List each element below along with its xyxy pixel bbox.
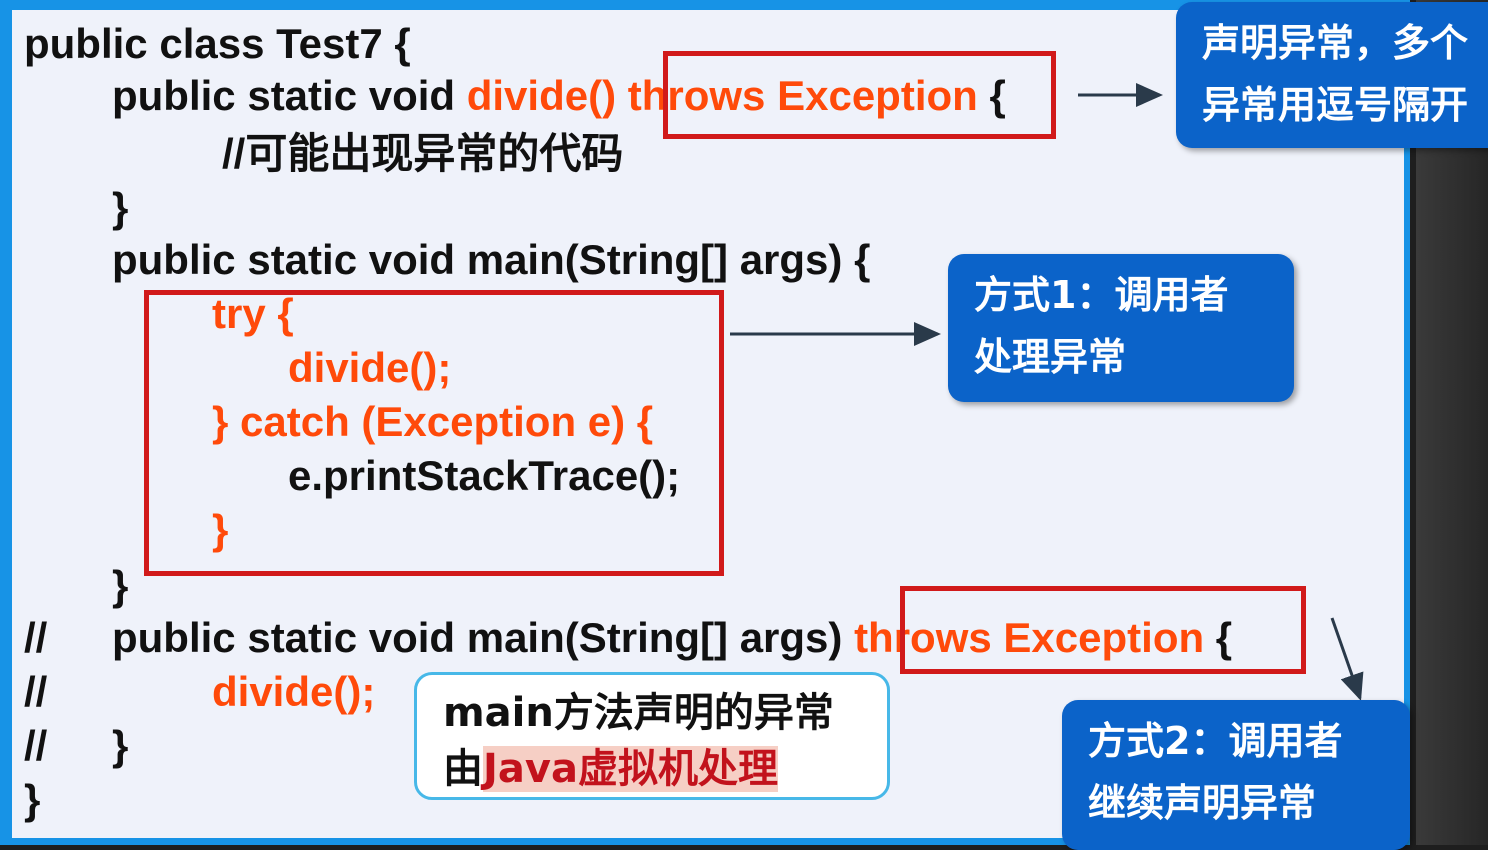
- jvm-note-line2: 由Java虚拟机处理: [443, 741, 887, 797]
- declare-callout-line1: 声明异常，多个: [1202, 21, 1469, 65]
- jvm-handles-note: main方法声明的异常 由Java虚拟机处理: [414, 672, 890, 800]
- way1-callout-line2: 处理异常: [974, 335, 1127, 379]
- declare-callout-line2: 异常用逗号隔开: [1202, 83, 1469, 127]
- way2-callout-line1: 方式2：调用者: [1088, 719, 1343, 763]
- declare-exception-callout: 声明异常，多个 异常用逗号隔开: [1176, 2, 1488, 148]
- jvm-note-line1: main方法声明的异常: [443, 690, 834, 736]
- arrow-to-way2-callout: [1330, 617, 1364, 701]
- way2-callout: 方式2：调用者 继续声明异常: [1062, 700, 1410, 850]
- jvm-note-prefix: 由: [443, 746, 483, 792]
- way2-callout-line2: 继续声明异常: [1088, 781, 1317, 825]
- way1-callout: 方式1：调用者 处理异常: [948, 254, 1294, 402]
- way1-callout-line1: 方式1：调用者: [974, 273, 1229, 317]
- jvm-note-highlight: Java虚拟机处理: [483, 746, 778, 792]
